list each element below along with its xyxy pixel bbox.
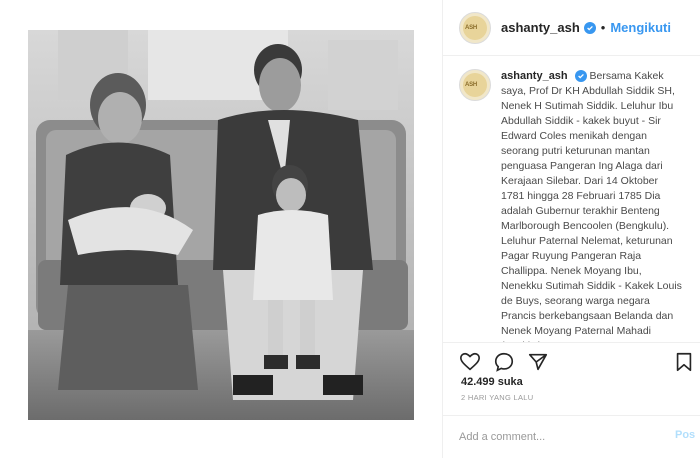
post-photo[interactable] [28, 30, 414, 420]
post-header: ASH ashanty_ash • Mengikuti [443, 0, 700, 56]
post-sidebar: ASH ashanty_ash • Mengikuti ASH ashanty_… [443, 0, 700, 458]
comment-box: Pos [443, 415, 700, 458]
comment-icon[interactable] [493, 351, 515, 373]
verified-badge-icon [574, 70, 587, 83]
bookmark-icon[interactable] [673, 351, 695, 373]
follow-button[interactable]: Mengikuti [610, 20, 671, 35]
separator-dot: • [600, 20, 606, 35]
avatar[interactable]: ASH [459, 11, 491, 44]
avatar-logo-text: ASH [465, 24, 478, 31]
instagram-post-view: ASH ashanty_ash • Mengikuti ASH ashanty_… [0, 0, 700, 458]
photo-panel [0, 0, 443, 458]
post-date[interactable]: 2 HARI YANG LALU [461, 393, 533, 402]
header-username[interactable]: ashanty_ash [501, 20, 580, 35]
caption-username[interactable]: ashanty_ash [501, 70, 568, 82]
avatar-logo-text: ASH [465, 82, 478, 88]
caption-body: Bersama Kakek saya, Prof Dr KH Abdullah … [501, 70, 682, 342]
comment-input[interactable] [459, 428, 659, 446]
caption-text: ashanty_ash Bersama Kakek saya, Prof Dr … [501, 69, 684, 342]
share-icon[interactable] [527, 351, 549, 373]
caption-section: ASH ashanty_ash Bersama Kakek saya, Prof… [443, 57, 700, 342]
likes-count[interactable]: 42.499 suka [461, 376, 523, 388]
caption-avatar[interactable]: ASH [459, 69, 491, 101]
family-photo-illustration [28, 30, 414, 420]
post-comment-button[interactable]: Pos [675, 429, 695, 441]
heart-icon[interactable] [459, 351, 481, 373]
verified-badge-icon [583, 21, 596, 34]
